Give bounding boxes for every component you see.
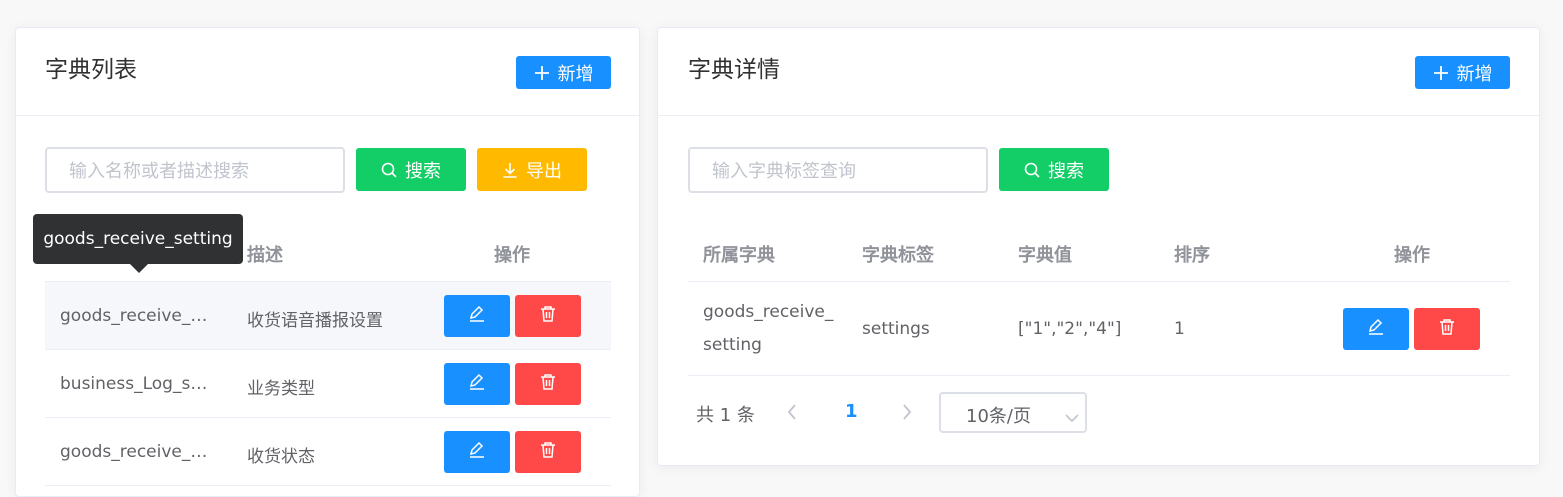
dict-list-search-placeholder: 输入名称或者描述搜索: [69, 161, 249, 182]
page-size-value: 10条/页: [966, 406, 1031, 427]
trash-icon: [540, 305, 556, 327]
trash-icon: [1439, 318, 1455, 340]
dict-detail-card: 字典详情 新增 输入字典标签查询 搜索 所属字典 字典标签 字典值 排序 操作 …: [657, 27, 1540, 466]
search-icon: [381, 162, 397, 178]
delete-button[interactable]: [1414, 308, 1480, 350]
label-cell: settings: [862, 319, 930, 339]
trash-icon: [540, 441, 556, 463]
trash-icon: [540, 373, 556, 395]
export-button[interactable]: 导出: [477, 148, 587, 191]
dict-name-cell: business_Log_s…: [60, 374, 208, 394]
plus-icon: [1433, 65, 1449, 81]
delete-button[interactable]: [515, 363, 581, 405]
dict-detail-title: 字典详情: [688, 57, 780, 83]
dict-cell-line1: goods_receive_: [703, 302, 834, 322]
dict-list-header: 字典列表 新增: [16, 28, 639, 116]
edit-button[interactable]: [444, 431, 510, 473]
dict-desc-cell: 收货状态: [247, 447, 315, 467]
edit-button[interactable]: [444, 363, 510, 405]
edit-icon: [1367, 318, 1385, 340]
table-header-row: [688, 218, 1510, 282]
chevron-down-icon: [1065, 408, 1079, 427]
dict-detail-search-label: 搜索: [1048, 160, 1084, 182]
edit-icon: [468, 373, 486, 395]
dict-detail-table: 所属字典 字典标签 字典值 排序 操作 goods_receive_ setti…: [688, 218, 1510, 378]
column-header-value: 字典值: [1018, 245, 1072, 266]
edit-icon: [468, 305, 486, 327]
pagination: 共 1 条 1 10条/页: [696, 392, 1116, 434]
dict-desc-cell: 收货语音播报设置: [247, 311, 383, 331]
dict-name-cell: goods_receive_…: [60, 306, 208, 326]
dict-name-cell: goods_receive_…: [60, 442, 208, 462]
dict-list-search-button[interactable]: 搜索: [356, 148, 466, 191]
dict-detail-search-button[interactable]: 搜索: [999, 148, 1109, 191]
table-row[interactable]: goods_receive_… 收货语音播报设置: [45, 282, 611, 350]
value-cell: ["1","2","4"]: [1018, 319, 1122, 339]
dict-desc-cell: 业务类型: [247, 379, 315, 399]
chevron-left-icon[interactable]: [786, 403, 798, 425]
tooltip-arrow: [130, 264, 148, 273]
table-row[interactable]: business_Log_s… 业务类型: [45, 350, 611, 418]
column-header-sort: 排序: [1174, 245, 1210, 266]
dict-list-title: 字典列表: [45, 57, 137, 83]
dict-detail-add-button[interactable]: 新增: [1415, 56, 1510, 89]
dict-list-search-label: 搜索: [405, 160, 441, 182]
table-row[interactable]: goods_receive_ setting settings ["1","2"…: [688, 282, 1510, 376]
column-header-dict: 所属字典: [703, 245, 775, 266]
download-icon: [502, 162, 518, 178]
dict-name-tooltip: goods_receive_setting: [33, 214, 243, 264]
pagination-page-current[interactable]: 1: [845, 401, 858, 422]
page-size-select[interactable]: 10条/页: [939, 392, 1087, 433]
edit-button[interactable]: [1343, 308, 1409, 350]
dict-cell-line2: setting: [703, 335, 762, 355]
sort-cell: 1: [1174, 319, 1185, 339]
pagination-total: 共 1 条: [696, 405, 755, 426]
dict-detail-header: 字典详情 新增: [658, 28, 1539, 116]
delete-button[interactable]: [515, 431, 581, 473]
dict-list-add-label: 新增: [557, 63, 594, 85]
dict-list-search-input[interactable]: 输入名称或者描述搜索: [45, 147, 345, 193]
dict-label-search-input[interactable]: 输入字典标签查询: [688, 147, 988, 193]
table-row[interactable]: goods_receive_… 收货状态: [45, 418, 611, 486]
dict-detail-add-label: 新增: [1456, 63, 1493, 85]
dict-label-search-placeholder: 输入字典标签查询: [712, 161, 856, 182]
delete-button[interactable]: [515, 295, 581, 337]
chevron-right-icon[interactable]: [901, 403, 913, 425]
edit-icon: [468, 441, 486, 463]
search-icon: [1024, 162, 1040, 178]
plus-icon: [534, 65, 550, 81]
export-label: 导出: [526, 160, 562, 182]
dict-list-add-button[interactable]: 新增: [516, 56, 611, 89]
column-header-actions: 操作: [1394, 245, 1430, 266]
column-header-label: 字典标签: [862, 245, 934, 266]
edit-button[interactable]: [444, 295, 510, 337]
